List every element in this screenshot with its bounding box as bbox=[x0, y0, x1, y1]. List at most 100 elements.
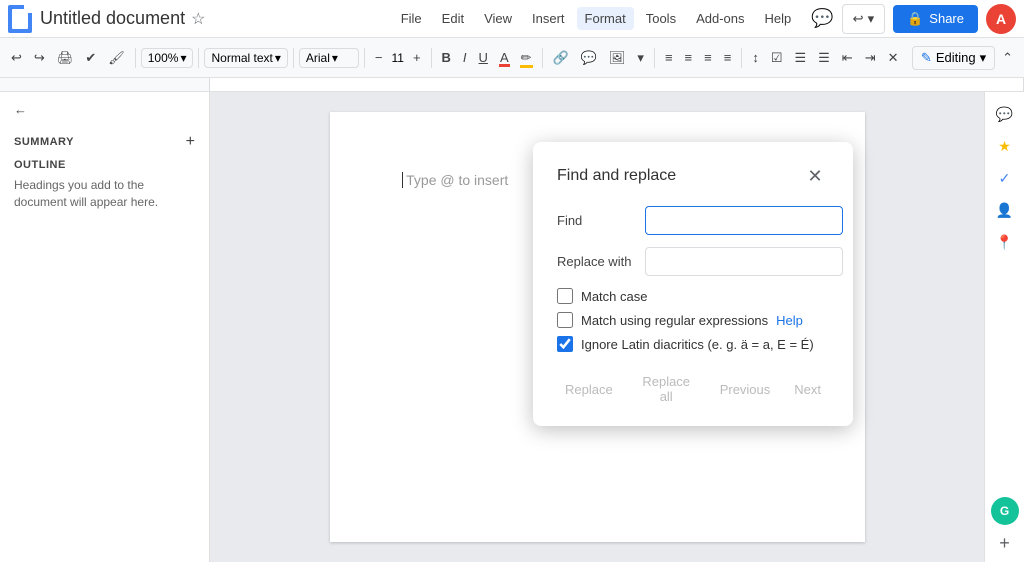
regex-row[interactable]: Match using regular expressions Help bbox=[557, 312, 829, 328]
highlight-button[interactable]: ✏ bbox=[516, 46, 537, 70]
sidebar-add-button[interactable]: + bbox=[186, 133, 195, 151]
dialog-header: Find and replace ✕ bbox=[557, 162, 829, 190]
text-color-icon: A bbox=[500, 50, 509, 65]
dialog-close-button[interactable]: ✕ bbox=[801, 162, 829, 190]
find-label: Find bbox=[557, 213, 637, 228]
paint-format-button[interactable]: 🖌 bbox=[103, 46, 130, 70]
zoom-chevron: ▾ bbox=[180, 51, 186, 65]
regex-help-link[interactable]: Help bbox=[776, 313, 803, 328]
doc-icon bbox=[8, 5, 32, 33]
replace-all-button[interactable]: Replace all bbox=[629, 368, 704, 410]
undo-button[interactable]: ↩ bbox=[6, 46, 27, 70]
insert-comment-button[interactable]: 💬 bbox=[576, 46, 602, 70]
menu-addons[interactable]: Add-ons bbox=[688, 7, 752, 30]
ordered-list-button[interactable]: ☰ bbox=[813, 46, 835, 70]
right-add-button[interactable]: + bbox=[999, 533, 1010, 554]
bullet-list-button[interactable]: ☰ bbox=[789, 46, 811, 70]
dialog-checkboxes: Match case Match using regular expressio… bbox=[557, 288, 829, 352]
back-arrow-icon: ← bbox=[14, 102, 27, 117]
font-size-increase-button[interactable]: + bbox=[408, 46, 426, 69]
italic-button[interactable]: I bbox=[458, 46, 472, 69]
sidebar-outline-label: OUTLINE bbox=[14, 159, 195, 171]
find-row: Find bbox=[557, 206, 829, 235]
right-star-icon[interactable]: ★ bbox=[991, 132, 1019, 160]
right-check-icon[interactable]: ✓ bbox=[991, 164, 1019, 192]
top-bar: Untitled document ☆ File Edit View Inser… bbox=[0, 0, 1024, 38]
menu-insert[interactable]: Insert bbox=[524, 7, 573, 30]
editing-pencil-icon: ✎ bbox=[921, 50, 932, 66]
toolbar: ↩ ↪ 🖨 ✔ 🖌 100% ▾ Normal text ▾ Arial ▾ −… bbox=[0, 38, 1024, 78]
top-right-actions: 💬 ↩ ▾ 🔒 Share A bbox=[811, 4, 1016, 34]
sidebar-back-button[interactable]: ← bbox=[14, 102, 195, 117]
share-label: Share bbox=[929, 11, 964, 26]
clear-formatting-button[interactable]: ✕ bbox=[883, 46, 904, 70]
align-center-button[interactable]: ≡ bbox=[680, 46, 698, 69]
insert-link-button[interactable]: 🔗 bbox=[548, 46, 574, 70]
font-style-select[interactable]: Normal text ▾ bbox=[204, 48, 287, 68]
font-size-value: 11 bbox=[391, 51, 403, 65]
toolbar-separator-1 bbox=[135, 48, 136, 68]
comments-button[interactable]: 💬 bbox=[811, 8, 833, 29]
align-left-button[interactable]: ≡ bbox=[660, 46, 678, 69]
doc-title: Untitled document bbox=[40, 8, 185, 29]
avatar[interactable]: A bbox=[986, 4, 1016, 34]
editing-mode-chevron: ▾ bbox=[980, 50, 987, 66]
find-input[interactable] bbox=[645, 206, 843, 235]
right-sidebar: 💬 ★ ✓ 👤 📍 G + bbox=[984, 92, 1024, 562]
match-case-checkbox[interactable] bbox=[557, 288, 573, 304]
underline-button[interactable]: U bbox=[474, 46, 493, 69]
highlight-color-indicator bbox=[520, 65, 533, 68]
diacritics-row[interactable]: Ignore Latin diacritics (e. g. ä = a, E … bbox=[557, 336, 829, 352]
indent-less-button[interactable]: ⇤ bbox=[837, 46, 858, 70]
font-size-select[interactable]: 11 bbox=[389, 49, 405, 67]
right-grammarly-icon[interactable]: G bbox=[991, 497, 1019, 525]
checklist-button[interactable]: ☑ bbox=[766, 46, 788, 70]
right-person-icon[interactable]: 👤 bbox=[991, 196, 1019, 224]
diacritics-checkbox[interactable] bbox=[557, 336, 573, 352]
insert-image-dropdown-button[interactable]: ▾ bbox=[632, 46, 649, 70]
regex-checkbox[interactable] bbox=[557, 312, 573, 328]
nav-menu: File Edit View Insert Format Tools Add-o… bbox=[393, 7, 800, 30]
history-button[interactable]: ↩ ▾ bbox=[842, 4, 885, 34]
toolbar-separator-6 bbox=[542, 48, 543, 68]
match-case-row[interactable]: Match case bbox=[557, 288, 829, 304]
toolbar-separator-2 bbox=[198, 48, 199, 68]
text-color-indicator bbox=[499, 64, 510, 67]
font-size-decrease-button[interactable]: − bbox=[370, 46, 388, 69]
doc-area[interactable]: Type @ to insert Find and replace ✕ Find… bbox=[210, 92, 984, 562]
menu-view[interactable]: View bbox=[476, 7, 520, 30]
star-icon[interactable]: ☆ bbox=[191, 9, 205, 29]
justify-button[interactable]: ≡ bbox=[719, 46, 737, 69]
editing-mode-label: Editing bbox=[936, 50, 976, 65]
replace-button[interactable]: Replace bbox=[557, 368, 621, 410]
line-spacing-button[interactable]: ↕ bbox=[747, 46, 764, 69]
menu-file[interactable]: File bbox=[393, 7, 430, 30]
menu-tools[interactable]: Tools bbox=[638, 7, 684, 30]
redo-button[interactable]: ↪ bbox=[29, 46, 50, 70]
insert-image-button[interactable]: 🖼 bbox=[604, 46, 631, 70]
next-button[interactable]: Next bbox=[786, 368, 829, 410]
collapse-toolbar-button[interactable]: ⌃ bbox=[997, 46, 1018, 70]
right-maps-icon[interactable]: 📍 bbox=[991, 228, 1019, 256]
highlight-icon: ✏ bbox=[521, 50, 532, 66]
ruler bbox=[0, 78, 1024, 92]
previous-button[interactable]: Previous bbox=[712, 368, 779, 410]
align-right-button[interactable]: ≡ bbox=[699, 46, 717, 69]
editing-mode-select[interactable]: ✎ Editing ▾ bbox=[912, 46, 995, 70]
text-color-button[interactable]: A bbox=[495, 46, 514, 69]
ruler-inner bbox=[209, 78, 1024, 91]
menu-edit[interactable]: Edit bbox=[434, 7, 472, 30]
menu-format[interactable]: Format bbox=[577, 7, 634, 30]
diacritics-label: Ignore Latin diacritics (e. g. ä = a, E … bbox=[581, 337, 814, 352]
zoom-select[interactable]: 100% ▾ bbox=[141, 48, 194, 68]
font-name-select[interactable]: Arial ▾ bbox=[299, 48, 359, 68]
right-chat-icon[interactable]: 💬 bbox=[991, 100, 1019, 128]
menu-help[interactable]: Help bbox=[757, 7, 800, 30]
spellcheck-button[interactable]: ✔ bbox=[80, 46, 101, 70]
print-button[interactable]: 🖨 bbox=[52, 46, 79, 70]
replace-input[interactable] bbox=[645, 247, 843, 276]
toolbar-separator-8 bbox=[741, 48, 742, 68]
indent-more-button[interactable]: ⇥ bbox=[860, 46, 881, 70]
share-button[interactable]: 🔒 Share bbox=[893, 5, 978, 33]
bold-button[interactable]: B bbox=[437, 46, 456, 69]
